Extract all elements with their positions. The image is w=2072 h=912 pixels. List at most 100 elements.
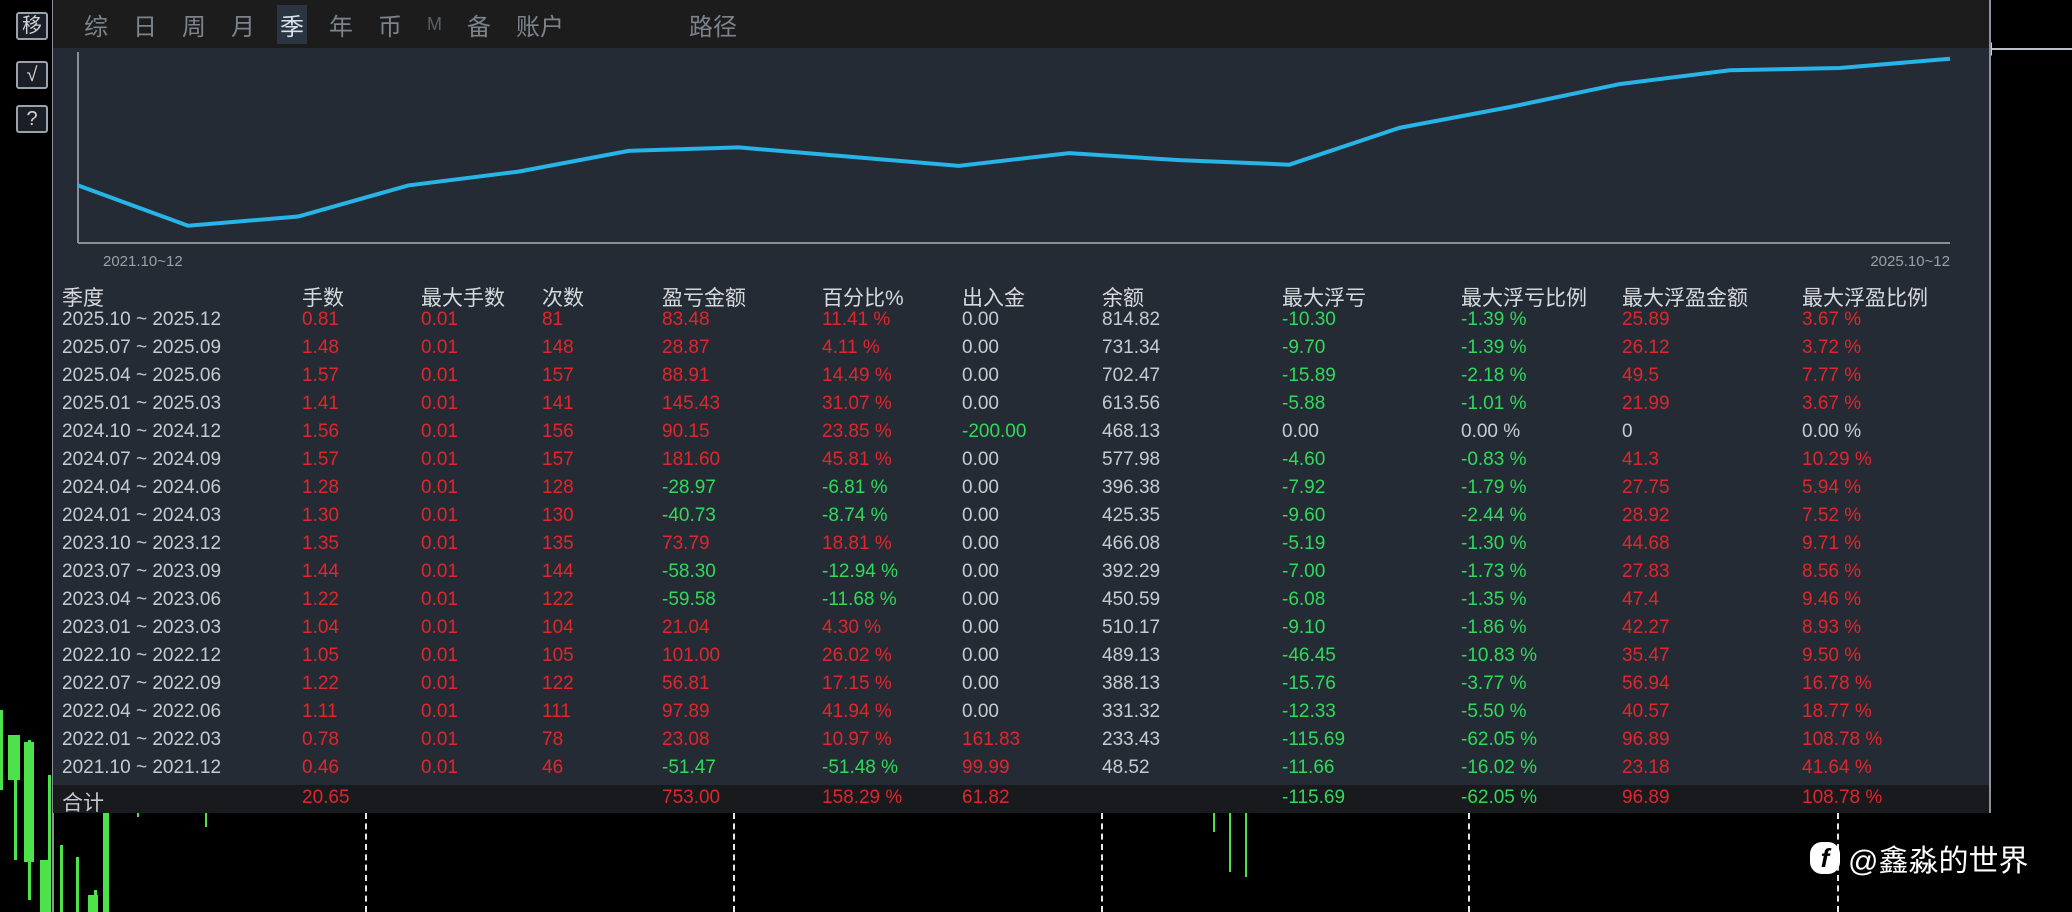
cell-max-drawdown-pct: -1.73 %	[1461, 561, 1527, 582]
table-row[interactable]: 2025.07 ~ 2025.09 1.48 0.01 148 28.87 4.11 % 0…	[53, 337, 1989, 365]
table-row[interactable]: 2023.04 ~ 2023.06 1.22 0.01 122 -59.58 -11.68…	[53, 589, 1989, 617]
header-max-lots[interactable]: 最大手数	[421, 282, 505, 312]
cell-balance: 331.32	[1102, 701, 1161, 722]
cell-max-floating-profit-pct: 108.78 %	[1802, 729, 1883, 750]
table-row[interactable]: 2023.10 ~ 2023.12 1.35 0.01 135 73.79 18.81 %…	[53, 533, 1989, 561]
cell-percent: -51.48 %	[822, 757, 899, 778]
header-max-drawdown[interactable]: 最大浮亏	[1282, 282, 1366, 312]
total-max-drawdown-pct: -62.05 %	[1461, 787, 1538, 808]
table-row[interactable]: 2022.04 ~ 2022.06 1.11 0.01 111 97.89 41.94 %…	[53, 701, 1989, 729]
cell-pnl: 90.15	[662, 421, 710, 442]
total-quarter: 合计	[62, 792, 104, 815]
header-lots[interactable]: 手数	[302, 282, 344, 312]
cell-balance: 814.82	[1102, 309, 1161, 330]
table-row[interactable]: 2021.10 ~ 2021.12 0.46 0.01 46 -51.47 -51.48 …	[53, 757, 1989, 785]
cell-lots: 1.22	[302, 589, 339, 610]
cell-balance: 392.29	[1102, 561, 1161, 582]
header-trades[interactable]: 次数	[542, 282, 584, 312]
table-row[interactable]: 2024.07 ~ 2024.09 1.57 0.01 157 181.60 45.81 …	[53, 449, 1989, 477]
tab-4[interactable]: 季	[277, 4, 307, 44]
check-button[interactable]: √	[16, 61, 48, 89]
header-pnl[interactable]: 盈亏金额	[662, 282, 746, 312]
total-pnl: 753.00	[662, 787, 721, 808]
tab-7[interactable]: M	[424, 12, 445, 37]
cell-max-floating-profit: 35.47	[1622, 645, 1670, 666]
table-row[interactable]: 2024.04 ~ 2024.06 1.28 0.01 128 -28.97 -6.81 …	[53, 477, 1989, 505]
total-max-drawdown: -115.69	[1282, 787, 1346, 808]
header-deposit[interactable]: 出入金	[962, 282, 1025, 312]
grid-line-3	[1468, 813, 1470, 912]
cell-percent: 31.07 %	[822, 393, 892, 414]
cell-max-drawdown-pct: -1.39 %	[1461, 337, 1527, 358]
table-row[interactable]: 2022.01 ~ 2022.03 0.78 0.01 78 23.08 10.97 % 1…	[53, 729, 1989, 757]
tab-9[interactable]: 账户	[513, 5, 567, 44]
tab-10[interactable]: 路径	[686, 5, 740, 44]
cell-trades: 111	[542, 701, 571, 722]
cell-deposit: 0.00	[962, 477, 999, 498]
period-tabs: 综日周月季年币 M 备账户 路径	[53, 0, 1989, 48]
tab-2[interactable]: 周	[179, 5, 209, 44]
tab-8[interactable]: 备	[464, 5, 494, 44]
cell-max-drawdown: -15.89	[1282, 365, 1336, 386]
cell-trades: 148	[542, 337, 574, 358]
table-row[interactable]: 2023.07 ~ 2023.09 1.44 0.01 144 -58.30 -12.94…	[53, 561, 1989, 589]
tab-0[interactable]: 综	[81, 5, 111, 44]
table-row[interactable]: 2025.10 ~ 2025.12 0.81 0.01 81 83.48 11.41 % 0…	[53, 309, 1989, 337]
header-max-floating-profit-pct[interactable]: 最大浮盈比例	[1802, 282, 1928, 312]
cell-percent: 45.81 %	[822, 449, 892, 470]
tab-1[interactable]: 日	[130, 5, 160, 44]
header-percent[interactable]: 百分比%	[822, 282, 904, 312]
table-row[interactable]: 2023.01 ~ 2023.03 1.04 0.01 104 21.04 4.30 % 0…	[53, 617, 1989, 645]
cell-trades: 122	[542, 589, 574, 610]
cell-max-floating-profit-pct: 9.50 %	[1802, 645, 1862, 666]
table-row[interactable]: 2025.01 ~ 2025.03 1.41 0.01 141 145.43 31.07 …	[53, 393, 1989, 421]
table-row[interactable]: 2024.01 ~ 2024.03 1.30 0.01 130 -40.73 -8.74 …	[53, 505, 1989, 533]
cell-deposit: 0.00	[962, 449, 999, 470]
cell-trades: 144	[542, 561, 574, 582]
cell-deposit: 0.00	[962, 505, 999, 526]
cell-quarter: 2022.04 ~ 2022.06	[62, 701, 222, 722]
candle-7	[60, 845, 63, 912]
cell-max-drawdown-pct: -0.83 %	[1461, 449, 1527, 470]
cell-max-floating-profit: 28.92	[1622, 505, 1670, 526]
table-row[interactable]: 2025.04 ~ 2025.06 1.57 0.01 157 88.91 14.49 %…	[53, 365, 1989, 393]
grid-line-0	[365, 813, 367, 912]
cell-pnl: 28.87	[662, 337, 710, 358]
cell-max-drawdown-pct: -10.83 %	[1461, 645, 1538, 666]
cell-balance: 48.52	[1102, 757, 1150, 778]
cell-pnl: 56.81	[662, 673, 710, 694]
header-balance[interactable]: 余额	[1102, 282, 1144, 312]
cell-max-drawdown-pct: -1.30 %	[1461, 533, 1527, 554]
cell-max-floating-profit: 96.89	[1622, 729, 1670, 750]
tab-5[interactable]: 年	[326, 5, 356, 44]
total-max-floating-profit-pct: 108.78 %	[1802, 787, 1883, 808]
table-row[interactable]: 2024.10 ~ 2024.12 1.56 0.01 156 90.15 23.85 %…	[53, 421, 1989, 449]
header-quarter[interactable]: 季度	[62, 282, 104, 312]
table-row[interactable]: 2022.10 ~ 2022.12 1.05 0.01 105 101.00 26.02 …	[53, 645, 1989, 673]
cell-max-lots: 0.01	[421, 757, 458, 778]
move-button[interactable]: 移	[16, 12, 48, 40]
cell-max-drawdown-pct: -1.39 %	[1461, 309, 1527, 330]
cell-trades: 105	[542, 645, 574, 666]
cell-max-floating-profit-pct: 9.71 %	[1802, 533, 1862, 554]
header-max-floating-profit[interactable]: 最大浮盈金额	[1622, 282, 1748, 312]
cell-max-lots: 0.01	[421, 421, 458, 442]
candle-0	[0, 710, 3, 790]
tab-3[interactable]: 月	[228, 5, 258, 44]
header-max-drawdown-pct[interactable]: 最大浮亏比例	[1461, 282, 1587, 312]
table-row[interactable]: 2022.07 ~ 2022.09 1.22 0.01 122 56.81 17.15 %…	[53, 673, 1989, 701]
x-start-label: 2021.10~12	[103, 253, 183, 270]
cell-balance: 466.08	[1102, 533, 1161, 554]
cell-max-lots: 0.01	[421, 589, 458, 610]
cell-percent: 41.94 %	[822, 701, 892, 722]
tab-6[interactable]: 币	[375, 5, 405, 44]
cell-max-floating-profit-pct: 3.67 %	[1802, 393, 1862, 414]
help-button[interactable]: ?	[16, 105, 48, 133]
cell-quarter: 2025.10 ~ 2025.12	[62, 309, 222, 330]
cell-max-lots: 0.01	[421, 393, 458, 414]
cell-percent: -12.94 %	[822, 561, 899, 582]
cell-quarter: 2022.07 ~ 2022.09	[62, 673, 222, 694]
cell-max-lots: 0.01	[421, 645, 458, 666]
cell-deposit: 0.00	[962, 533, 999, 554]
cell-max-drawdown-pct: 0.00 %	[1461, 421, 1521, 442]
